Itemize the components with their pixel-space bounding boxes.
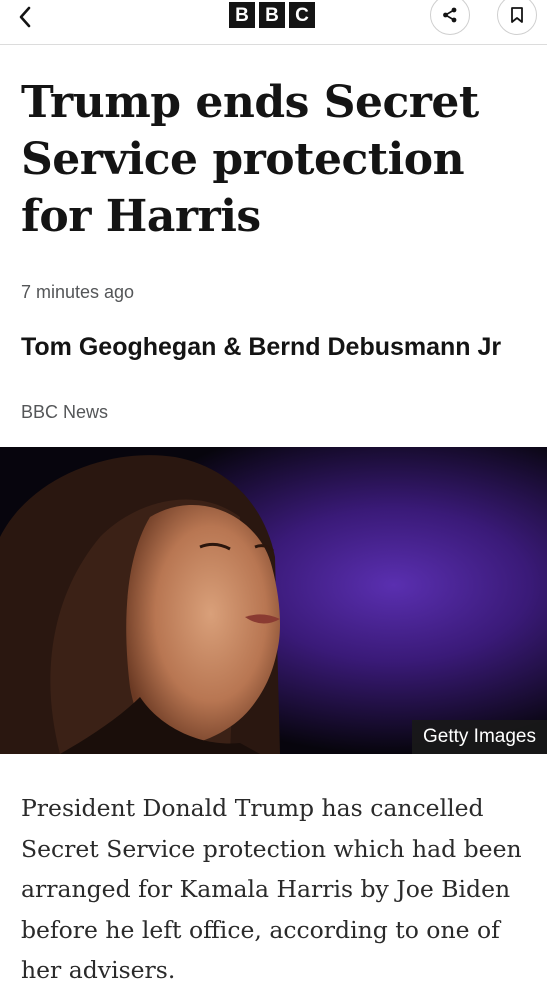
bbc-logo[interactable]: B B C (229, 2, 315, 28)
article-headline: Trump ends Secret Service protection for… (21, 77, 479, 242)
back-button[interactable] (10, 2, 42, 32)
share-button[interactable] (430, 0, 470, 35)
bookmark-button[interactable] (497, 0, 537, 35)
top-bar: B B C (0, 0, 547, 45)
article-body-paragraph: President Donald Trump has cancelled Sec… (21, 794, 522, 984)
hero-image: Getty Images (0, 447, 547, 754)
image-credit: Getty Images (412, 720, 547, 754)
logo-letter: C (289, 2, 315, 28)
bookmark-icon (511, 7, 523, 23)
hero-photo (0, 447, 547, 754)
article-outlet: BBC News (21, 402, 109, 422)
share-icon (443, 7, 457, 23)
article-authors: Tom Geoghegan & Bernd Debusmann Jr (21, 333, 502, 361)
logo-letter: B (229, 2, 255, 28)
logo-letter: B (259, 2, 285, 28)
article-timestamp: 7 minutes ago (21, 282, 135, 302)
chevron-left-icon (19, 6, 31, 28)
